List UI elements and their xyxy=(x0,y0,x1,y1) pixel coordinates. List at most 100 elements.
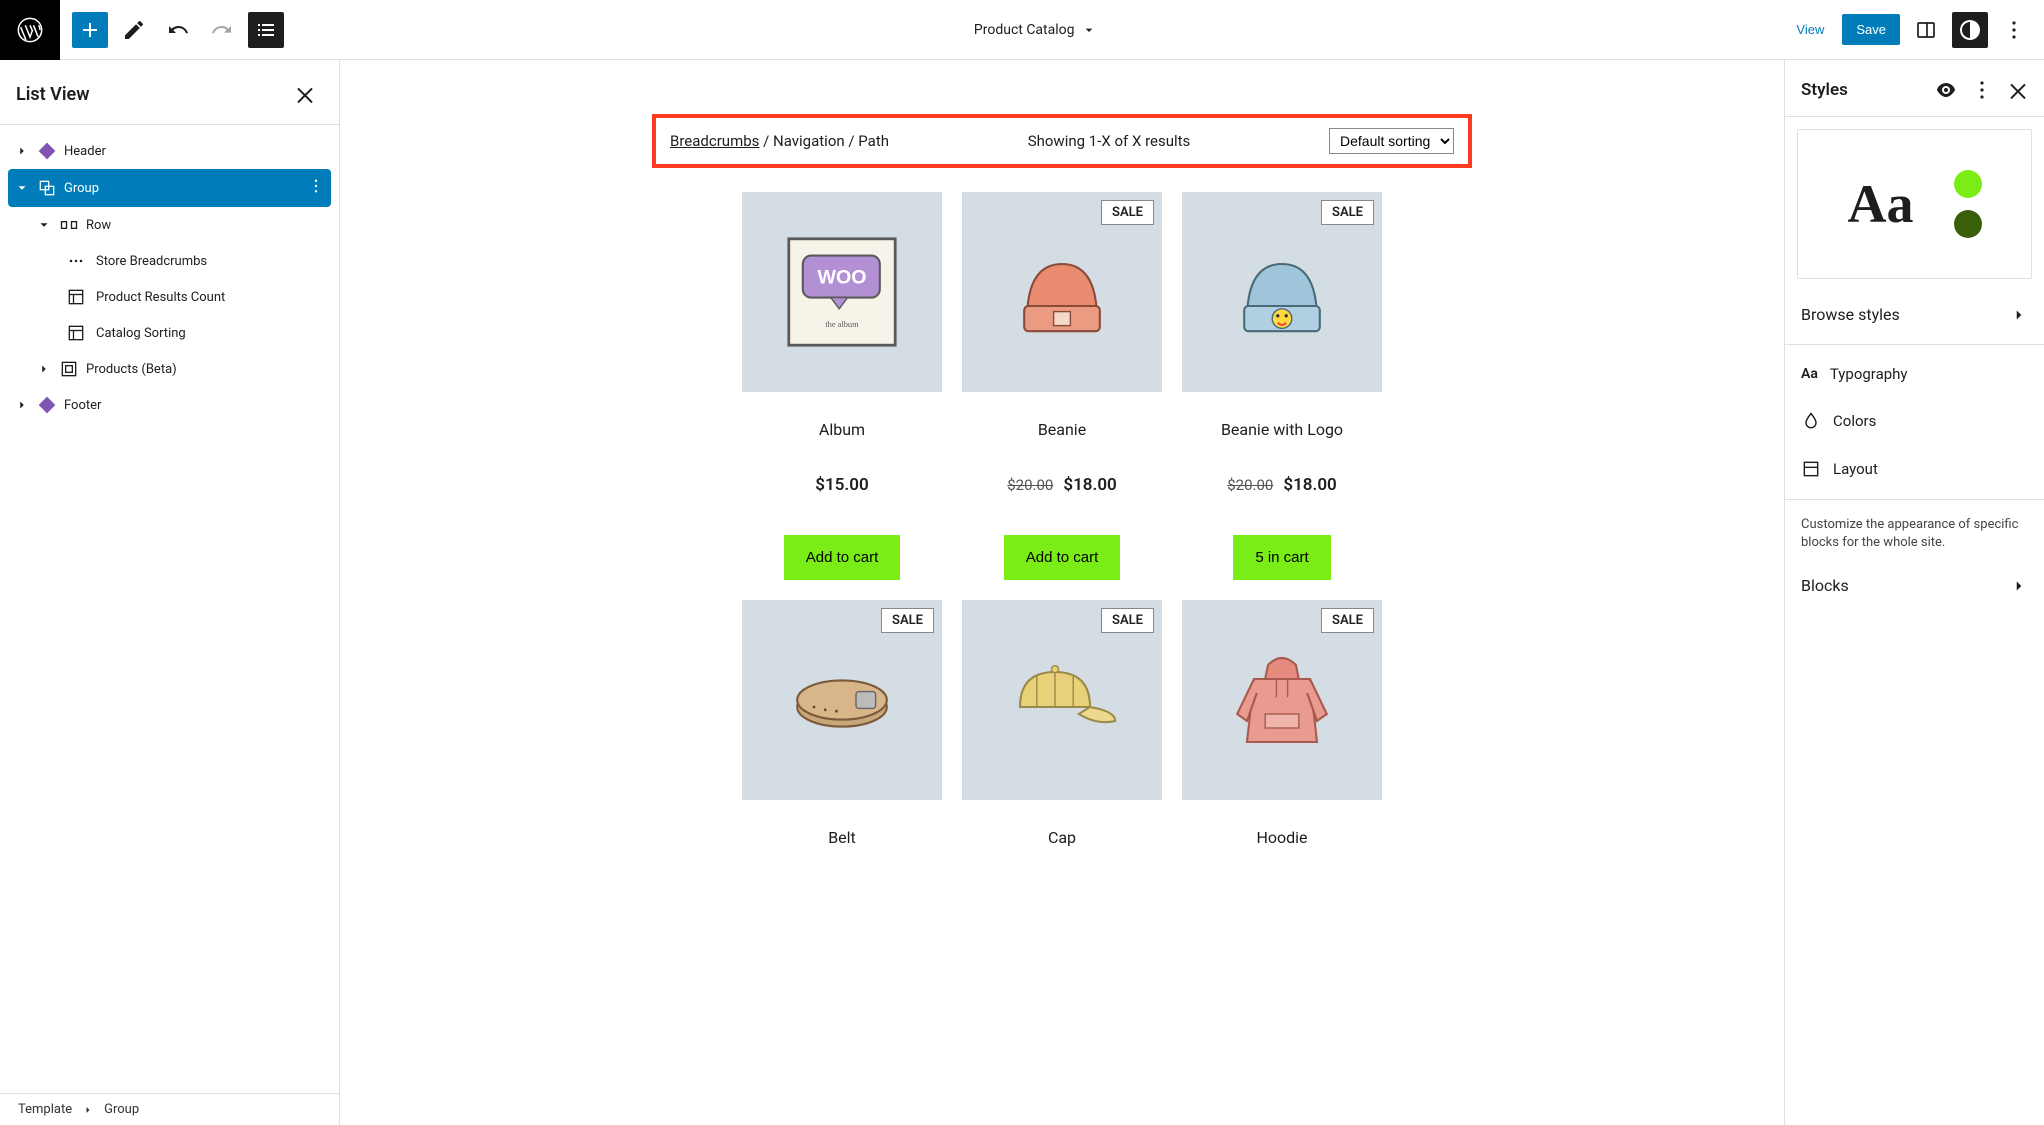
product-image: SALE xyxy=(742,600,942,800)
product-title: Cap xyxy=(1048,828,1076,847)
layout-icon xyxy=(1801,459,1821,479)
color-swatch xyxy=(1954,210,1982,238)
row-label: Typography xyxy=(1830,365,1908,383)
layout-row[interactable]: Layout xyxy=(1785,445,2044,493)
selected-block-highlight: Breadcrumbs / Navigation / Path Showing … xyxy=(652,114,1472,168)
sale-badge: SALE xyxy=(881,608,934,633)
color-swatch xyxy=(1954,170,1982,198)
row-icon xyxy=(58,215,80,235)
view-button[interactable]: View xyxy=(1786,16,1834,43)
tree-item-catalog-sorting[interactable]: Catalog Sorting xyxy=(8,315,331,351)
chevron-right-icon xyxy=(2010,577,2028,595)
styles-panel-title: Styles xyxy=(1801,80,1848,100)
style-book-button[interactable] xyxy=(1932,76,1960,104)
styles-panel: Styles Aa xyxy=(1784,60,2044,1125)
editor-canvas[interactable]: Breadcrumbs / Navigation / Path Showing … xyxy=(340,60,1784,1125)
tree-item-row[interactable]: Row xyxy=(8,207,331,243)
product-title: Beanie xyxy=(1038,420,1086,439)
results-count-text: Showing 1-X of X results xyxy=(1028,132,1191,150)
product-title: Beanie with Logo xyxy=(1221,420,1343,439)
add-block-button[interactable] xyxy=(72,12,108,48)
product-card[interactable]: SALE Cap xyxy=(962,600,1162,847)
top-toolbar: Product Catalog View Save xyxy=(0,0,2044,60)
styles-toggle-button[interactable] xyxy=(1952,12,1988,48)
chevron-down-icon xyxy=(1081,22,1097,38)
tree-item-group[interactable]: Group xyxy=(8,169,331,207)
browse-styles-row[interactable]: Browse styles xyxy=(1785,291,2044,338)
add-to-cart-button[interactable]: Add to cart xyxy=(1004,535,1121,580)
chevron-right-icon xyxy=(2010,306,2028,324)
product-grid: WOOthe album Album $15.00 Add to cart SA… xyxy=(652,192,1472,847)
product-card[interactable]: SALE Hoodie xyxy=(1182,600,1382,847)
breadcrumb-item[interactable]: Group xyxy=(104,1102,139,1117)
colors-row[interactable]: Colors xyxy=(1785,397,2044,445)
undo-button[interactable] xyxy=(160,12,196,48)
more-options-button[interactable] xyxy=(1996,12,2032,48)
typography-sample: Aa xyxy=(1848,173,1914,235)
document-title-text: Product Catalog xyxy=(974,22,1075,38)
tree-item-footer[interactable]: Footer xyxy=(8,387,331,423)
product-card[interactable]: SALE Beanie $20.00$18.00 Add to cart xyxy=(962,192,1162,580)
tree-item-label: Group xyxy=(64,181,99,196)
tree-item-products[interactable]: Products (Beta) xyxy=(8,351,331,387)
product-card[interactable]: WOOthe album Album $15.00 Add to cart xyxy=(742,192,942,580)
drop-icon xyxy=(1801,411,1821,431)
tree-item-results-count[interactable]: Product Results Count xyxy=(8,279,331,315)
template-part-icon xyxy=(36,141,58,161)
template-part-icon xyxy=(36,395,58,415)
wordpress-logo[interactable] xyxy=(0,0,60,60)
list-view-title: List View xyxy=(16,84,90,105)
catalog-sorting-icon xyxy=(62,323,90,343)
styles-more-button[interactable] xyxy=(1968,76,1996,104)
group-icon xyxy=(36,178,58,198)
tree-item-label: Products (Beta) xyxy=(86,362,177,377)
document-title[interactable]: Product Catalog xyxy=(296,22,1774,38)
tree-item-label: Catalog Sorting xyxy=(96,326,186,341)
product-price: $20.00$18.00 xyxy=(1007,475,1117,495)
tree-item-breadcrumbs[interactable]: Store Breadcrumbs xyxy=(8,243,331,279)
tree-item-label: Header xyxy=(64,144,106,159)
product-title: Belt xyxy=(828,828,856,847)
typography-icon: Aa xyxy=(1801,366,1818,382)
sidebar-toggle-button[interactable] xyxy=(1908,12,1944,48)
tree-item-label: Store Breadcrumbs xyxy=(96,254,207,269)
tree-item-label: Row xyxy=(86,218,111,233)
chevron-down-icon xyxy=(36,218,52,232)
typography-row[interactable]: Aa Typography xyxy=(1785,351,2044,397)
product-card[interactable]: SALE Belt xyxy=(742,600,942,847)
row-label: Browse styles xyxy=(1801,305,1900,324)
sale-badge: SALE xyxy=(1321,608,1374,633)
product-price: $20.00$18.00 xyxy=(1227,475,1337,495)
row-label: Layout xyxy=(1833,460,1878,478)
edit-tools-button[interactable] xyxy=(116,12,152,48)
product-image: SALE xyxy=(962,600,1162,800)
add-to-cart-button[interactable]: Add to cart xyxy=(784,535,901,580)
tree-item-label: Footer xyxy=(64,398,101,413)
product-card[interactable]: SALE Beanie with Logo $20.00$18.00 5 in … xyxy=(1182,192,1382,580)
close-styles-button[interactable] xyxy=(2004,76,2032,104)
close-list-view-button[interactable] xyxy=(287,76,323,112)
sale-badge: SALE xyxy=(1321,200,1374,225)
breadcrumb-item[interactable]: Template xyxy=(18,1102,72,1117)
product-title: Hoodie xyxy=(1256,828,1307,847)
tree-item-more-icon[interactable] xyxy=(307,177,325,199)
blocks-row[interactable]: Blocks xyxy=(1785,562,2044,609)
blocks-note: Customize the appearance of specific blo… xyxy=(1785,506,2044,562)
product-image: SALE xyxy=(962,192,1162,392)
save-button[interactable]: Save xyxy=(1842,14,1900,45)
add-to-cart-button[interactable]: 5 in cart xyxy=(1233,535,1330,580)
row-label: Colors xyxy=(1833,412,1876,430)
store-breadcrumbs[interactable]: Breadcrumbs / Navigation / Path xyxy=(670,132,889,150)
tree-item-label: Product Results Count xyxy=(96,290,225,305)
style-preview[interactable]: Aa xyxy=(1797,129,2032,279)
list-view-toggle-button[interactable] xyxy=(248,12,284,48)
catalog-sorting-select[interactable]: Default sorting xyxy=(1329,128,1454,154)
color-swatches xyxy=(1954,170,1982,238)
ellipsis-icon xyxy=(62,251,90,271)
redo-button[interactable] xyxy=(204,12,240,48)
row-label: Blocks xyxy=(1801,576,1849,595)
tree-item-header[interactable]: Header xyxy=(8,133,331,169)
list-view-panel: List View Header Group xyxy=(0,60,340,1125)
results-count-icon xyxy=(62,287,90,307)
chevron-right-icon xyxy=(82,1104,94,1116)
